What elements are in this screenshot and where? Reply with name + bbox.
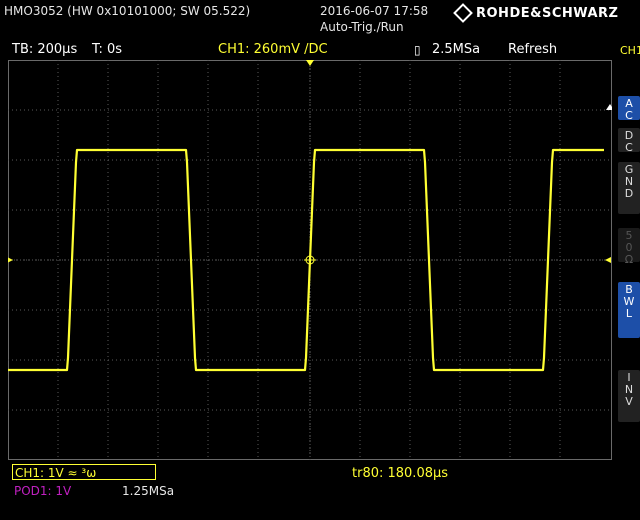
side-button-3: 50Ω bbox=[618, 228, 640, 266]
side-button-2[interactable]: GND bbox=[618, 162, 640, 214]
scope-screen bbox=[8, 60, 612, 460]
status-bar: TB: 200µs T: 0s CH1: 260mV /DC ▯ 2.5MSa … bbox=[0, 40, 640, 60]
brand-logo: ROHDE&SCHWARZ bbox=[453, 3, 619, 23]
side-button-1[interactable]: DC bbox=[618, 128, 640, 154]
brand-name: ROHDE&SCHWARZ bbox=[476, 6, 619, 21]
memory-card-icon: ▯ bbox=[414, 43, 421, 57]
trigger-level-marker[interactable] bbox=[605, 257, 611, 263]
datetime-label: 2016-06-07 17:58 bbox=[320, 4, 429, 18]
device-model-label: HMO3052 (HW 0x10101000; SW 05.522) bbox=[4, 4, 251, 18]
side-button-5[interactable]: INV bbox=[618, 370, 640, 422]
trigger-position-marker[interactable] bbox=[306, 60, 314, 66]
ground-level-marker[interactable] bbox=[8, 257, 13, 263]
time-offset-label[interactable]: T: 0s bbox=[92, 42, 122, 57]
side-menu-channel-label: CH1 bbox=[620, 44, 640, 57]
pod-setting-label[interactable]: POD1: 1V bbox=[14, 484, 71, 498]
side-button-0[interactable]: AC bbox=[618, 96, 640, 122]
timebase-label[interactable]: TB: 200µs bbox=[12, 42, 77, 57]
channel-scale-box[interactable]: CH1: 1V ≈ ³ω bbox=[12, 464, 156, 480]
trigger-mode-label: Auto-Trig./Run bbox=[320, 20, 404, 34]
sample-rate-label: 2.5MSa bbox=[432, 42, 481, 57]
side-button-4[interactable]: BWL bbox=[618, 282, 640, 338]
side-menu-channel-text: CH1 bbox=[620, 44, 640, 57]
channel-setting-label[interactable]: CH1: 260mV /DC bbox=[218, 42, 328, 57]
pod-sample-rate-label: 1.25MSa bbox=[122, 484, 175, 498]
measurement-readout: tr80: 180.08µs bbox=[352, 466, 449, 481]
brand-diamond-icon bbox=[453, 3, 473, 23]
acquisition-mode-label[interactable]: Refresh bbox=[508, 42, 557, 57]
